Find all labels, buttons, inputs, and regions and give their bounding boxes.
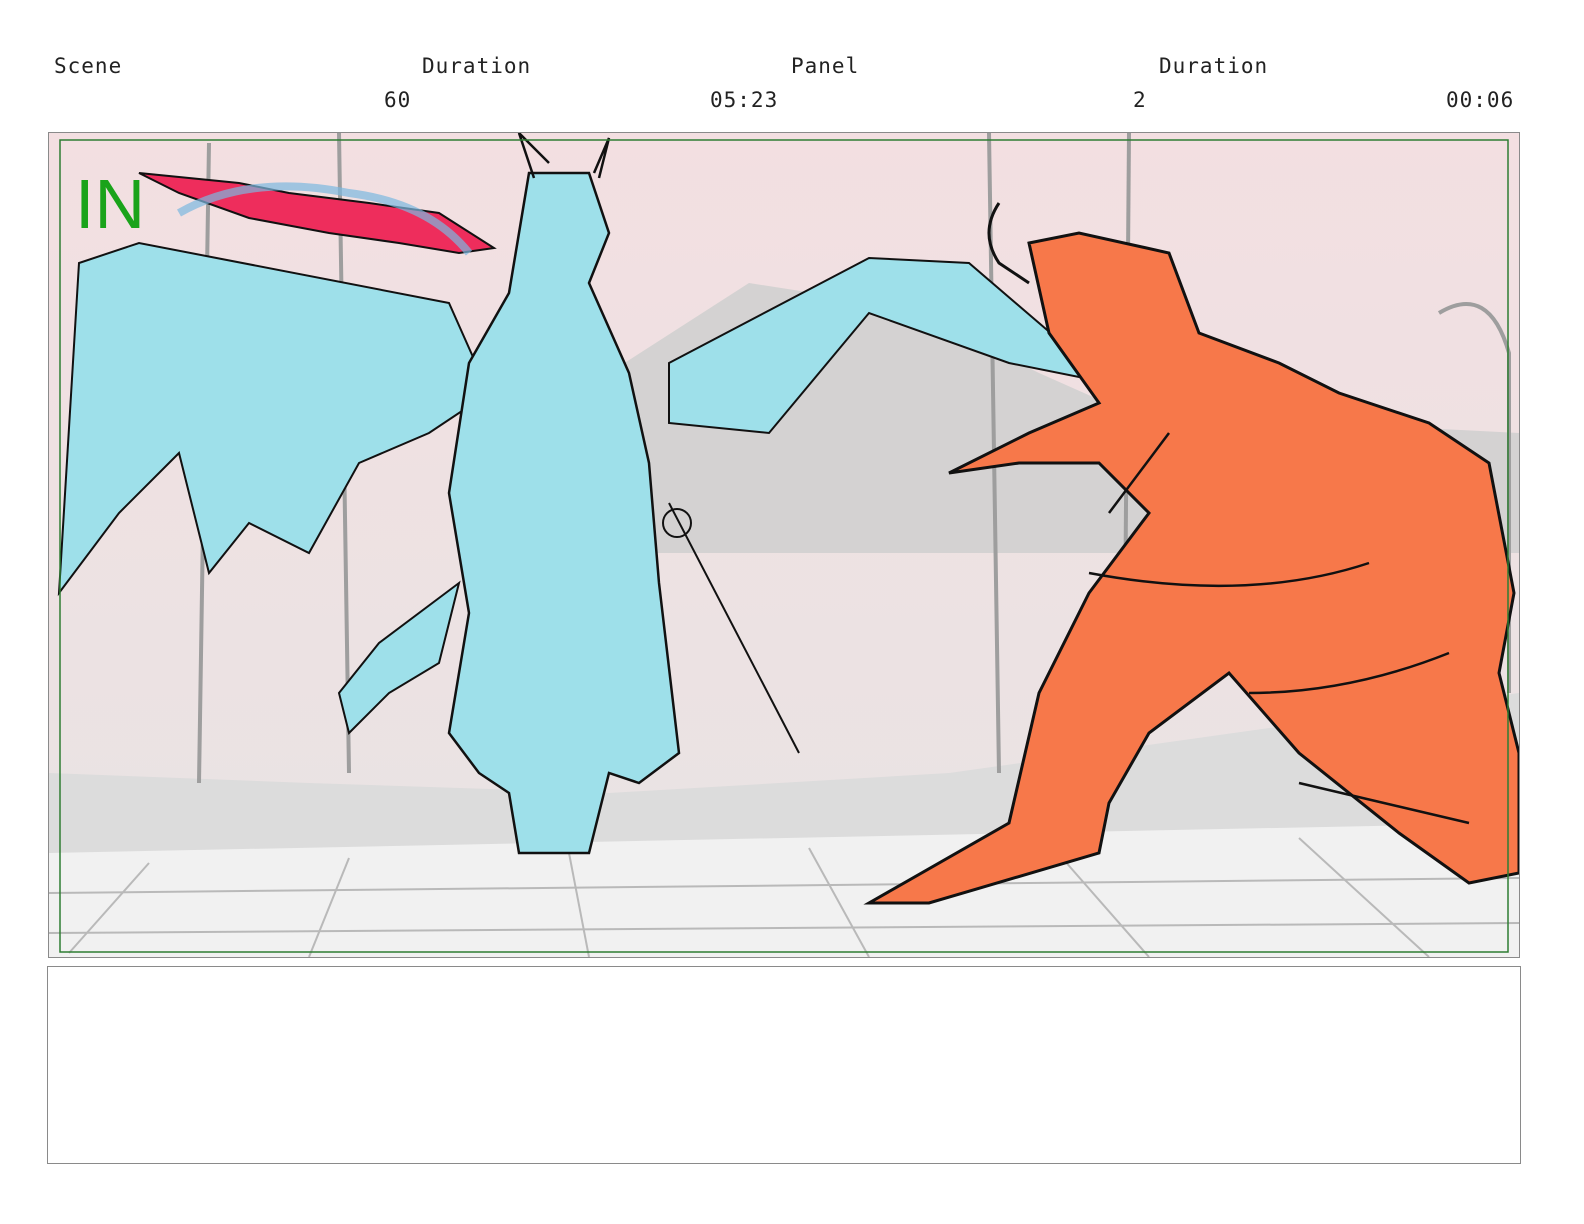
scene-label: Scene bbox=[54, 54, 123, 78]
scene-number-value: 60 bbox=[384, 88, 412, 112]
storyboard-artwork: IN bbox=[49, 133, 1519, 957]
in-marker-text: IN bbox=[75, 165, 145, 243]
panel-number-value: 2 bbox=[1133, 88, 1147, 112]
panel-notes-box[interactable] bbox=[47, 966, 1521, 1164]
panel-duration-value: 00:06 bbox=[1446, 88, 1515, 112]
panel-duration-label: Duration bbox=[1159, 54, 1269, 78]
scene-duration-label: Duration bbox=[422, 54, 532, 78]
panel-label: Panel bbox=[791, 54, 860, 78]
scene-duration-value: 05:23 bbox=[710, 88, 779, 112]
storyboard-panel-frame: IN bbox=[48, 132, 1520, 958]
panel-notes-text bbox=[48, 967, 1520, 987]
